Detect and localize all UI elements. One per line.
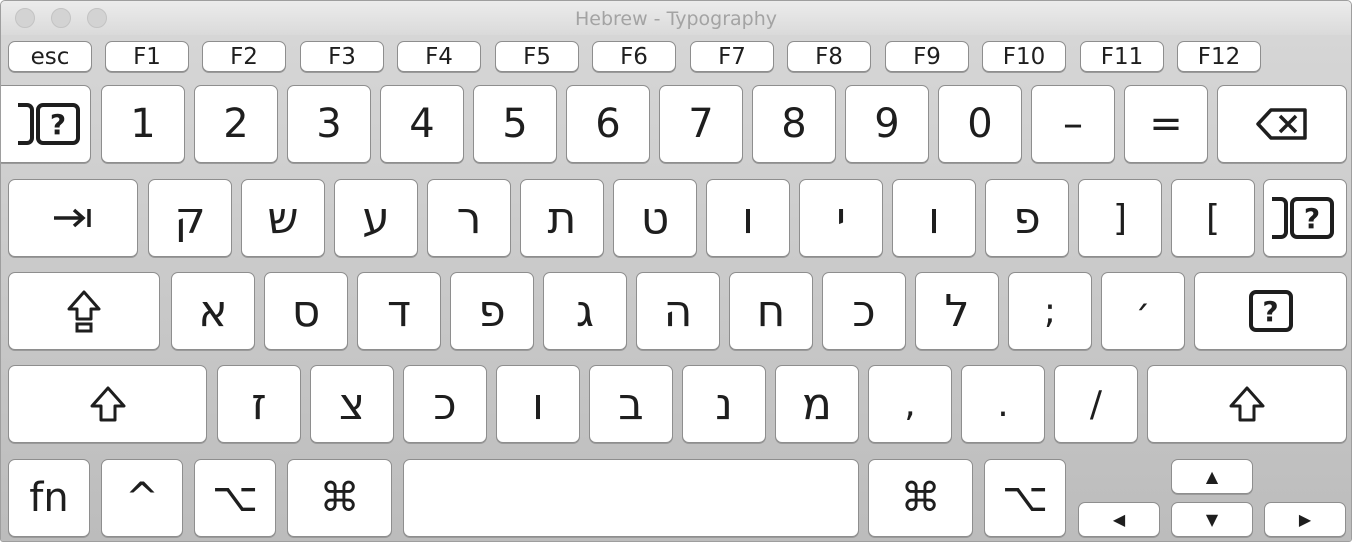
key-e[interactable]: ע	[334, 179, 418, 257]
key-x[interactable]: צ	[310, 365, 394, 443]
key-6[interactable]: 6	[566, 85, 650, 163]
unknown-glyph-icon	[1272, 197, 1288, 239]
key-a[interactable]: א	[171, 272, 255, 350]
key-left-bracket[interactable]: ]	[1078, 179, 1162, 257]
key-caps-lock[interactable]	[8, 272, 160, 350]
key-h[interactable]: ה	[636, 272, 720, 350]
key-u[interactable]: ו	[706, 179, 790, 257]
window-title: Hebrew - Typography	[574, 8, 778, 30]
unknown-glyph-icon: ?	[1248, 290, 1293, 332]
key-o[interactable]: ו	[892, 179, 976, 257]
key-f1[interactable]: F1	[105, 41, 189, 72]
key-left-shift[interactable]	[8, 365, 207, 443]
tab-icon	[54, 208, 91, 228]
key-fn[interactable]: fn	[8, 459, 90, 537]
key-1[interactable]: 1	[101, 85, 185, 163]
key-2[interactable]: 2	[194, 85, 278, 163]
key-backslash[interactable]: ?	[1263, 179, 1347, 257]
key-b[interactable]: ב	[589, 365, 673, 443]
key-g[interactable]: ג	[543, 272, 627, 350]
key-comma[interactable]: ,	[868, 365, 952, 443]
key-delete[interactable]	[1217, 85, 1347, 163]
key-f11[interactable]: F11	[1080, 41, 1164, 72]
key-slash[interactable]: /	[1054, 365, 1138, 443]
key-command-left[interactable]: ⌘	[287, 459, 392, 537]
key-s[interactable]: ס	[264, 272, 348, 350]
key-f[interactable]: פ	[450, 272, 534, 350]
shift-icon	[1229, 386, 1265, 422]
key-right-shift[interactable]	[1147, 365, 1347, 443]
key-arrow-right[interactable]: ▶	[1264, 502, 1346, 537]
key-f2[interactable]: F2	[202, 41, 286, 72]
key-q[interactable]: ק	[148, 179, 232, 257]
key-0[interactable]: 0	[938, 85, 1022, 163]
key-k[interactable]: כ	[822, 272, 906, 350]
key-f6[interactable]: F6	[592, 41, 676, 72]
key-option-right[interactable]: ⌥	[984, 459, 1066, 537]
key-space[interactable]	[403, 459, 859, 537]
key-tab[interactable]	[8, 179, 138, 257]
key-quote[interactable]: ׳	[1101, 272, 1185, 350]
key-return[interactable]: ?	[1194, 272, 1347, 350]
keyboard-viewer-window: Hebrew - Typography esc F1 F2 F3 F4 F5 F…	[0, 0, 1352, 542]
key-z[interactable]: ז	[217, 365, 301, 443]
key-d[interactable]: ד	[357, 272, 441, 350]
key-f8[interactable]: F8	[787, 41, 871, 72]
unknown-glyph-icon: ?	[36, 103, 80, 145]
key-5[interactable]: 5	[473, 85, 557, 163]
key-8[interactable]: 8	[752, 85, 836, 163]
key-y[interactable]: ט	[613, 179, 697, 257]
key-r[interactable]: ר	[427, 179, 511, 257]
delete-icon	[1256, 108, 1307, 140]
key-f7[interactable]: F7	[690, 41, 774, 72]
key-control[interactable]: ^	[101, 459, 183, 537]
key-m[interactable]: מ	[775, 365, 859, 443]
shift-icon	[90, 386, 125, 422]
title-bar: Hebrew - Typography	[1, 1, 1351, 35]
key-f5[interactable]: F5	[495, 41, 579, 72]
key-t[interactable]: ת	[520, 179, 604, 257]
key-option-left[interactable]: ⌥	[194, 459, 276, 537]
unknown-glyph-icon: ?	[1290, 197, 1334, 239]
key-period[interactable]: .	[961, 365, 1045, 443]
key-w[interactable]: ש	[241, 179, 325, 257]
key-command-right[interactable]: ⌘	[868, 459, 973, 537]
key-3[interactable]: 3	[287, 85, 371, 163]
key-7[interactable]: 7	[659, 85, 743, 163]
keyboard: esc F1 F2 F3 F4 F5 F6 F7 F8 F9 F10 F11 F…	[1, 35, 1351, 541]
key-minus[interactable]: –	[1031, 85, 1115, 163]
key-p[interactable]: פ	[985, 179, 1069, 257]
key-arrow-down[interactable]: ▼	[1171, 502, 1253, 537]
key-f12[interactable]: F12	[1177, 41, 1261, 72]
key-c[interactable]: כ	[403, 365, 487, 443]
key-right-bracket[interactable]: [	[1171, 179, 1255, 257]
key-j[interactable]: ח	[729, 272, 813, 350]
key-n[interactable]: נ	[682, 365, 766, 443]
key-esc[interactable]: esc	[8, 41, 92, 72]
caps-lock-icon	[67, 290, 101, 333]
key-f9[interactable]: F9	[885, 41, 969, 72]
key-equals[interactable]: =	[1124, 85, 1208, 163]
key-v[interactable]: ו	[496, 365, 580, 443]
key-arrow-up[interactable]: ▲	[1171, 459, 1253, 494]
key-l[interactable]: ל	[915, 272, 999, 350]
key-arrow-left[interactable]: ◀	[1078, 502, 1160, 537]
key-grave[interactable]: ?	[1, 85, 91, 163]
key-f3[interactable]: F3	[300, 41, 384, 72]
unknown-glyph-icon	[18, 103, 34, 145]
key-9[interactable]: 9	[845, 85, 929, 163]
key-i[interactable]: י	[799, 179, 883, 257]
key-f10[interactable]: F10	[982, 41, 1066, 72]
key-semicolon[interactable]: ;	[1008, 272, 1092, 350]
key-4[interactable]: 4	[380, 85, 464, 163]
key-f4[interactable]: F4	[397, 41, 481, 72]
